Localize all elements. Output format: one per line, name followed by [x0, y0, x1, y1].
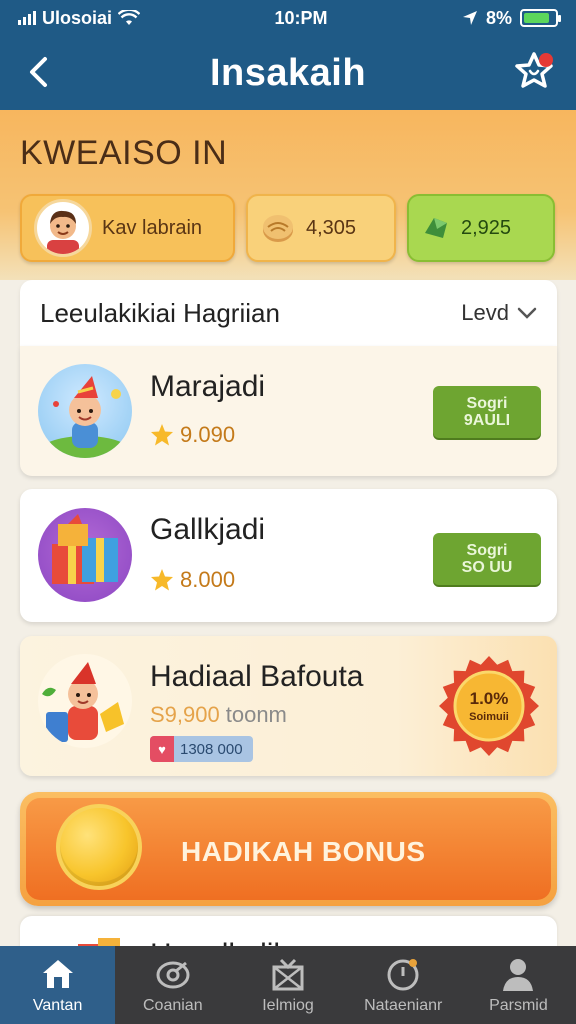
nav-item-profile[interactable]: Parsmid	[461, 946, 576, 1024]
clock-icon	[387, 959, 419, 991]
chevron-left-icon	[30, 57, 47, 87]
reward-thumbnail	[38, 508, 132, 602]
profile-icon	[503, 959, 534, 991]
price-value: 9.090	[180, 422, 236, 447]
party-kid-icon	[38, 376, 132, 458]
nav-label: Nataenianr	[364, 997, 443, 1014]
gems-value: 2,925	[461, 216, 512, 239]
cookie-coin-icon	[263, 215, 293, 242]
back-button[interactable]	[18, 50, 58, 94]
boy-avatar-icon	[47, 210, 79, 254]
reward-card[interactable]: Marajadi 9.090 Sogri 9AULI	[20, 346, 557, 476]
star-icon	[151, 569, 173, 591]
status-left: Ulosoiai	[18, 7, 141, 29]
battery-percent: 8%	[485, 7, 512, 28]
user-name: Kav labrain	[102, 216, 203, 239]
kid-with-gifts-icon	[42, 662, 124, 742]
reward-card[interactable]: Gallkjadi 8.000 Sogri SO UU	[20, 489, 557, 622]
coins-value: 4,305	[306, 216, 357, 239]
chevron-down-icon	[517, 307, 537, 319]
star-icon	[151, 424, 173, 446]
claim-label-line1: Sogri	[466, 395, 508, 412]
heart-icon: ♥	[150, 736, 174, 762]
wifi-icon	[118, 10, 141, 25]
nav-item-home[interactable]: Vantan	[0, 946, 116, 1024]
nav-label: Vantan	[32, 997, 83, 1014]
coins-pill[interactable]: 4,305	[246, 194, 396, 262]
reward-price: S9,900 toonm	[150, 702, 287, 728]
claim-button[interactable]: Sogri 9AULI	[433, 386, 541, 438]
claim-label-line2: 9AULI	[463, 412, 511, 429]
header-action-button[interactable]	[510, 48, 558, 96]
user-pill[interactable]: Kav labrain	[20, 194, 235, 262]
signal-icon	[18, 11, 36, 25]
sort-label: Levd	[461, 300, 509, 325]
reward-price: 9.090	[150, 422, 235, 448]
reward-thumbnail	[38, 654, 132, 748]
timer-chip: ♥ 1308 000	[150, 736, 253, 762]
nav-label: Ielmiog	[262, 997, 314, 1014]
banner-title: KWEAISO IN	[20, 134, 228, 172]
claim-button[interactable]: Sogri SO UU	[433, 533, 541, 585]
bonus-label: HADIKAH BONUS	[181, 836, 426, 867]
bonus-button[interactable]: HADIKAH BONUS	[20, 792, 557, 906]
gift-boxes-icon	[52, 514, 118, 584]
location-arrow-icon	[462, 11, 477, 25]
status-bar: Ulosoiai 10:PM 8%	[0, 0, 576, 36]
claim-label-line2: SO UU	[461, 559, 513, 576]
badge-line2: Soimuii	[469, 711, 509, 723]
reward-card-featured[interactable]: Hadiaal Bafouta S9,900 toonm ♥ 1308 000 …	[20, 636, 557, 776]
list-title: Leeulakikiai Hagriian	[40, 297, 280, 328]
price-extra: toonm	[225, 702, 287, 727]
nav-label: Coanian	[143, 997, 203, 1014]
target-icon	[156, 961, 190, 989]
reward-name: Hadiaal Bafouta	[150, 660, 364, 693]
timer-value: 1308 000	[180, 740, 243, 758]
avatar	[34, 199, 92, 257]
profile-banner: KWEAISO IN Kav labrain 4,305 2,925	[0, 110, 576, 280]
seal-badge-icon: 1.0% Soimuii	[439, 656, 539, 756]
status-right: 8%	[462, 7, 561, 29]
discount-badge: 1.0% Soimuii	[437, 654, 541, 758]
gems-pill[interactable]: 2,925	[407, 194, 555, 262]
reward-list-header: Leeulakikiai Hagriian Levd	[20, 280, 557, 346]
nav-item-target[interactable]: Coanian	[115, 946, 230, 1024]
claim-label-line1: Sogri	[466, 542, 508, 559]
gift-icon	[272, 958, 304, 991]
status-time: 10:PM	[274, 7, 328, 28]
battery-fill	[523, 13, 550, 23]
page-title: Insakaih	[209, 51, 367, 94]
gold-coin-icon	[56, 804, 142, 890]
price-value: 8.000	[180, 567, 236, 592]
nav-item-time[interactable]: Nataenianr	[346, 946, 461, 1024]
battery-icon	[519, 9, 561, 27]
app-header: Insakaih	[0, 36, 576, 110]
reward-thumbnail	[38, 364, 132, 458]
bottom-nav: Vantan Coanian Ielmiog Nataenianr Parsmi…	[0, 946, 576, 1024]
level-sort-dropdown[interactable]: Levd	[461, 300, 537, 326]
nav-label: Parsmid	[489, 997, 548, 1014]
reward-name: Marajadi	[150, 370, 266, 403]
reward-price: 8.000	[150, 567, 235, 593]
star-badge-icon	[515, 52, 553, 88]
carrier-name: Ulosoiai	[42, 7, 113, 28]
nav-item-gifts[interactable]: Ielmiog	[230, 946, 345, 1024]
reward-name: Gallkjadi	[150, 513, 266, 546]
price-value: S9,900	[150, 702, 220, 727]
bonus-button-inner: HADIKAH BONUS	[26, 798, 551, 900]
badge-line1: 1.0%	[470, 689, 509, 708]
gem-icon	[425, 218, 447, 238]
home-icon	[42, 960, 73, 988]
